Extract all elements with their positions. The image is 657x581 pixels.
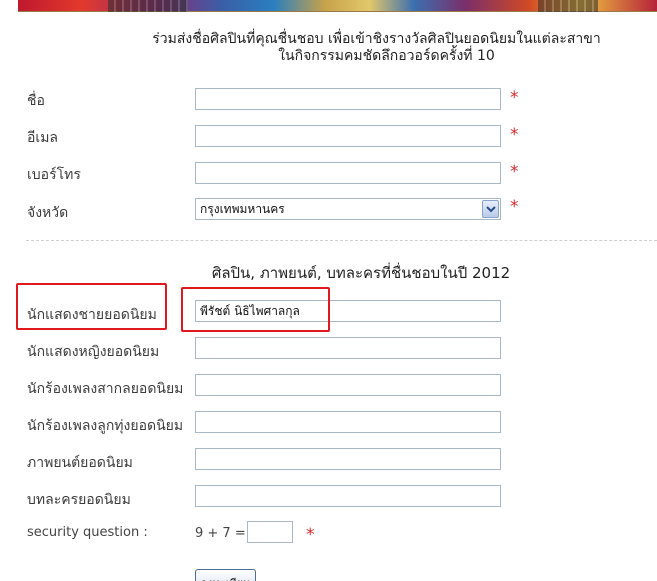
email-input[interactable] [195,125,501,147]
best-luk-thung-singer-input[interactable] [195,411,501,433]
name-label: ชื่อ [27,93,45,109]
best-movie-input[interactable] [195,448,501,470]
top-banner-image [18,0,657,12]
annotation-highlight-value [181,287,330,332]
best-international-singer-input[interactable] [195,374,501,396]
submit-button[interactable]: ลงทะเบียน [195,569,256,581]
section-divider [26,240,657,241]
best-drama-label: บทละครยอดนิยม [27,492,131,508]
required-asterisk: * [306,525,315,545]
province-select[interactable]: กรุงเทพมหานคร [195,198,501,220]
best-actress-input[interactable] [195,337,501,359]
required-asterisk: * [510,197,519,217]
best-actress-label: นักแสดงหญิงยอดนิยม [27,344,160,360]
email-label: อีเมล [27,130,59,146]
favorites-section-title: ศิลปิน, ภาพยนต์, บทละครที่ชื่นชอบในปี 20… [211,264,511,282]
province-selected-value: กรุงเทพมหานคร [200,202,285,216]
security-answer-input[interactable] [247,521,293,543]
phone-label: เบอร์โทร [27,167,81,183]
best-drama-input[interactable] [195,485,501,507]
vote-form-page: ร่วมส่งชื่อศิลปินที่คุณชื่นชอบ เพื่อเข้า… [0,0,657,581]
form-intro-line-1: ร่วมส่งชื่อศิลปินที่คุณชื่นชอบ เพื่อเข้า… [152,31,601,47]
form-intro-line-2: ในกิจกรรมคมชัดลึกอวอร์ดครั้งที่ 10 [278,48,495,64]
phone-input[interactable] [195,162,501,184]
best-international-singer-label: นักร้องเพลงสากลยอดนิยม [27,381,184,397]
security-question-text: 9 + 7 = [195,526,246,541]
security-question-label: security question : [27,525,148,540]
required-asterisk: * [510,162,519,182]
best-luk-thung-singer-label: นักร้องเพลงลูกทุ่งยอดนิยม [27,418,184,434]
required-asterisk: * [510,88,519,108]
dropdown-arrow-icon[interactable] [482,200,499,218]
film-strip-decoration [538,0,598,12]
best-movie-label: ภาพยนต์ยอดนิยม [27,455,133,471]
required-asterisk: * [510,125,519,145]
film-strip-decoration [108,0,188,12]
province-label: จังหวัด [27,205,69,221]
name-input[interactable] [195,88,501,110]
annotation-highlight-label [16,283,167,330]
